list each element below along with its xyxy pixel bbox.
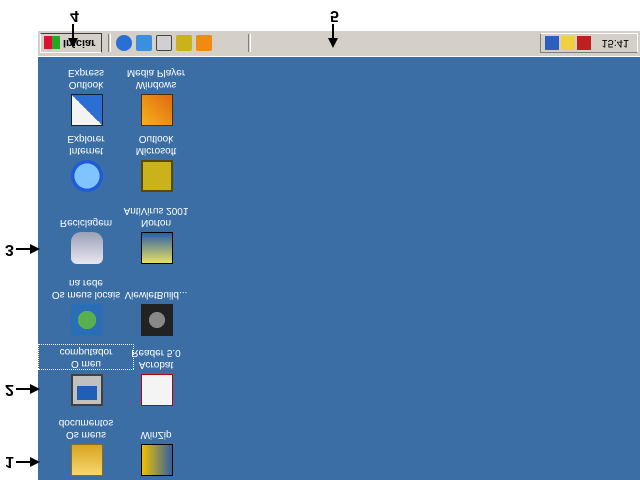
desktop-icon-norton-antivirus[interactable]: Norton AntiVirus 2001 [108,196,204,264]
arrow-head [328,38,338,48]
antivirus-icon[interactable] [577,36,591,50]
acrobat-icon [141,374,173,406]
desktop-icon-microsoft-outlook[interactable]: Microsoft Outlook [108,124,204,192]
recycle-bin-icon [71,232,103,264]
norton-icon [141,232,173,264]
desktop-icon-viewletbuilder[interactable]: ViewletBuild... [108,268,204,336]
clock[interactable]: 15:41 [601,37,629,49]
arrow-head [30,244,40,254]
arrow-head [30,457,40,467]
ie-icon [71,160,103,192]
icon-label: Windows Media Player [126,67,186,90]
icon-label: ViewletBuild... [124,289,188,300]
desktop-icon-acrobat-reader[interactable]: Acrobat Reader 5.0 [108,338,204,406]
media-player-icon [141,94,173,126]
arrow-head [30,384,40,394]
viewletbuilder-icon [141,304,173,336]
outlook-express-icon[interactable] [136,35,152,51]
taskbar-separator [248,34,251,52]
windows-logo-icon [44,36,60,49]
volume-icon[interactable] [561,36,575,50]
media-player-icon[interactable] [196,35,212,51]
icon-label: Microsoft Outlook [135,133,177,156]
folder-documents-icon [71,444,103,476]
taskbar: Iniciar 15:41 [38,31,640,57]
screenshot-stage: Os meus documentos O meu computador Os m… [0,0,640,480]
system-tray: 15:41 [540,33,638,53]
internet-explorer-icon[interactable] [116,35,132,51]
outlook-icon [141,160,173,192]
my-computer-icon [71,374,103,406]
outlook-express-icon [71,94,103,126]
outlook-icon[interactable] [176,35,192,51]
icon-label: Norton AntiVirus 2001 [123,205,189,228]
desktop-icon-winzip[interactable]: WinZip [108,408,204,476]
arrow-head [68,38,78,48]
desktop-icon[interactable] [156,35,172,51]
winzip-icon [141,444,173,476]
desktop[interactable]: Os meus documentos O meu computador Os m… [38,57,640,480]
icon-label: Acrobat Reader 5.0 [131,347,181,370]
network-icon[interactable] [545,36,559,50]
network-places-icon [71,304,103,336]
desktop-icon-media-player[interactable]: Windows Media Player [108,58,204,126]
taskbar-separator [108,34,111,52]
icon-label: WinZip [140,429,172,440]
